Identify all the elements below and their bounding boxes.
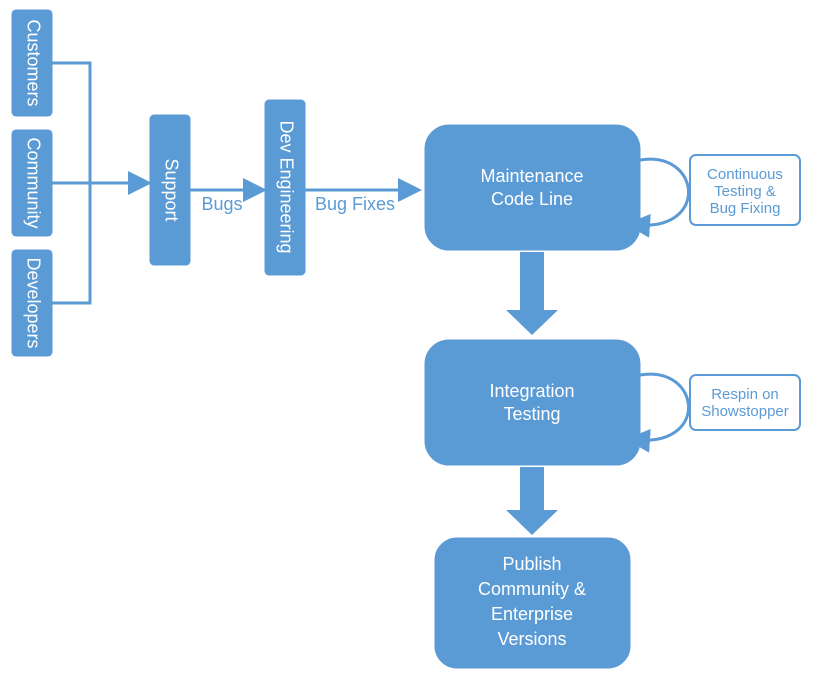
arrow-integ-to-publish — [506, 467, 558, 535]
loop-integration — [638, 374, 689, 440]
svg-text:Community: Community — [23, 137, 43, 228]
svg-text:Respin on: Respin on — [711, 386, 779, 403]
dev-engineering-box: Dev Engineering — [265, 100, 305, 275]
svg-text:Continuous: Continuous — [707, 166, 783, 183]
svg-text:Developers: Developers — [23, 257, 43, 348]
svg-text:Versions: Versions — [497, 629, 566, 649]
svg-text:Customers: Customers — [23, 19, 43, 106]
svg-text:Dev Engineering: Dev Engineering — [276, 120, 296, 253]
source-developers: Developers — [12, 250, 52, 356]
loop-maintenance — [638, 159, 689, 225]
flow-diagram: Customers Community Developers Support B… — [0, 0, 818, 676]
annotation-maintenance: Continuous Testing & Bug Fixing — [690, 155, 800, 225]
svg-text:Bug Fixing: Bug Fixing — [710, 200, 781, 217]
annotation-integration: Respin on Showstopper — [690, 375, 800, 430]
source-customers: Customers — [12, 10, 52, 116]
svg-text:Testing: Testing — [503, 404, 560, 424]
svg-text:Publish: Publish — [502, 554, 561, 574]
svg-text:Community &: Community & — [478, 579, 586, 599]
arrow-maint-to-integ — [506, 252, 558, 335]
maintenance-box: Maintenance Code Line — [425, 125, 640, 250]
label-bug-fixes: Bug Fixes — [315, 194, 395, 214]
svg-text:Testing &: Testing & — [714, 183, 776, 200]
svg-text:Integration: Integration — [489, 381, 574, 401]
svg-text:Showstopper: Showstopper — [701, 403, 789, 420]
svg-text:Enterprise: Enterprise — [491, 604, 573, 624]
support-box: Support — [150, 115, 190, 265]
svg-text:Code Line: Code Line — [491, 189, 573, 209]
svg-text:Maintenance: Maintenance — [480, 166, 583, 186]
publish-box: Publish Community & Enterprise Versions — [435, 538, 630, 668]
integration-box: Integration Testing — [425, 340, 640, 465]
svg-text:Support: Support — [161, 158, 181, 221]
source-community: Community — [12, 130, 52, 236]
label-bugs: Bugs — [201, 194, 242, 214]
